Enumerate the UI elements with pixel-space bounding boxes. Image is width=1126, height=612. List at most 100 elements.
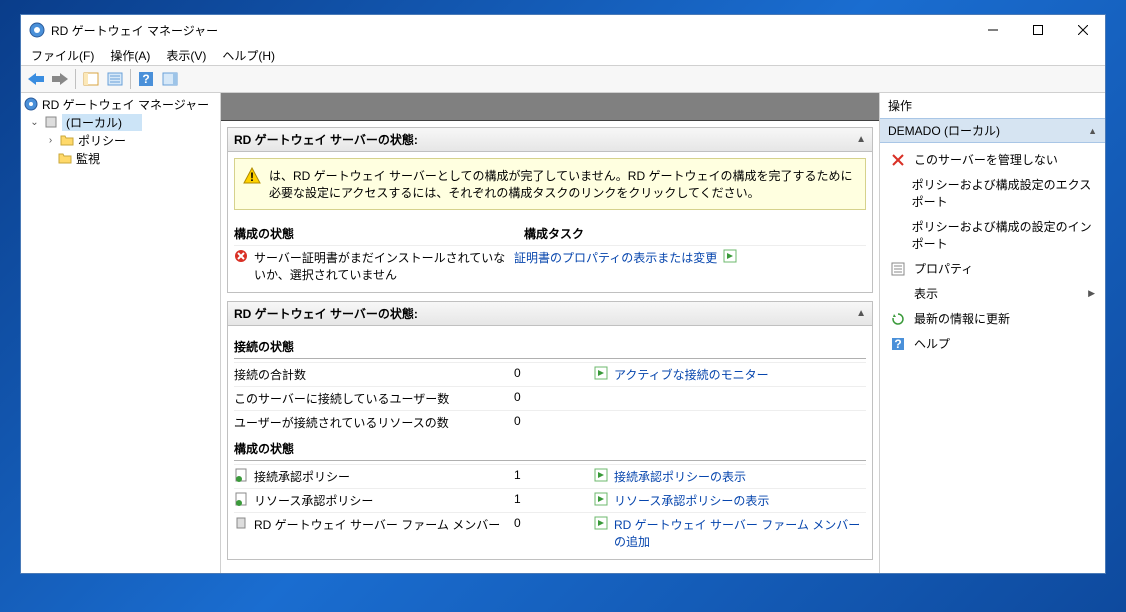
resources-connected-label: ユーザーが接続されているリソースの数 [234,414,449,431]
action-export[interactable]: ポリシーおよび構成設定のエクスポート [880,172,1105,214]
menubar: ファイル(F) 操作(A) 表示(V) ヘルプ(H) [21,45,1105,65]
action-import[interactable]: ポリシーおよび構成の設定のインポート [880,214,1105,256]
cert-task-link[interactable]: 証明書のプロパティの表示または変更 [514,249,717,266]
close-icon [890,152,906,168]
tree-root[interactable]: RD ゲートウェイ マネージャー [23,95,218,113]
actions-title: 操作 [880,93,1105,118]
expand-icon[interactable]: ⌄ [29,117,40,128]
server-farm-icon [234,516,248,533]
separator [75,69,76,89]
policy-icon [234,492,248,509]
panel-header: RD ゲートウェイ サーバーの状態: ▲ [228,128,872,152]
tree-monitor[interactable]: 監視 [23,149,218,167]
tree-policy-label: ポリシー [78,132,126,149]
menu-action[interactable]: 操作(A) [106,45,154,66]
config-status-head: 構成の状態 [234,434,866,461]
actions-pane: 操作 DEMADO (ローカル) ▲ このサーバーを管理しない ポリシーおよび構… [879,93,1105,573]
cap-label: 接続承認ポリシー [254,468,350,485]
status-panel-2: RD ゲートウェイ サーバーの状態: ▲ 接続の状態 接続の合計数 0 アクティ… [227,301,873,560]
svg-text:!: ! [250,170,254,184]
help-icon: ? [890,336,906,352]
body: RD ゲートウェイ マネージャー ⌄ (ローカル) › ポリシー 監視 [21,93,1105,573]
menu-file[interactable]: ファイル(F) [27,45,98,66]
rap-link[interactable]: リソース承認ポリシーの表示 [614,492,769,509]
properties-icon [890,261,906,277]
rap-label: リソース承認ポリシー [254,492,373,509]
cap-link[interactable]: 接続承認ポリシーの表示 [614,468,746,485]
server-icon [43,114,59,130]
menu-help[interactable]: ヘルプ(H) [218,45,279,66]
actions-header-label: DEMADO (ローカル) [888,122,1000,139]
svg-text:?: ? [894,337,901,351]
error-icon [234,249,248,266]
farm-label: RD ゲートウェイ サーバー ファーム メンバー [254,516,500,533]
tree-local[interactable]: ⌄ (ローカル) [23,113,218,131]
action-view[interactable]: 表示 ▶ [880,281,1105,306]
action-properties[interactable]: プロパティ [880,256,1105,281]
tree-root-label: RD ゲートウェイ マネージャー [42,96,209,113]
policy-icon [234,468,248,485]
column-task: 構成タスク [524,222,814,245]
titlebar: RD ゲートウェイ マネージャー [21,15,1105,45]
status-panel-1: RD ゲートウェイ サーバーの状態: ▲ ! は、RD ゲートウェイ サーバーと… [227,127,873,293]
warning-icon: ! [243,167,261,188]
action-label: 表示 [914,285,1080,302]
expand-icon[interactable]: › [45,135,56,146]
close-button[interactable] [1060,15,1105,45]
rap-value: 1 [514,492,521,506]
tree-pane: RD ゲートウェイ マネージャー ⌄ (ローカル) › ポリシー 監視 [21,93,221,573]
maximize-button[interactable] [1015,15,1060,45]
chevron-right-icon: ▶ [1088,288,1095,299]
forward-button[interactable] [49,68,71,90]
actions-header[interactable]: DEMADO (ローカル) ▲ [880,118,1105,143]
column-status: 構成の状態 [234,222,524,245]
action-label: ポリシーおよび構成の設定のインポート [912,218,1095,252]
folder-icon [59,132,75,148]
action-label: ヘルプ [914,335,950,352]
help-button[interactable]: ? [135,68,157,90]
collapse-icon[interactable]: ▲ [856,308,866,319]
folder-icon [57,150,73,166]
users-connected-value: 0 [514,390,521,404]
svg-text:?: ? [142,72,149,86]
farm-value: 0 [514,516,521,530]
toolbar: ? [21,65,1105,93]
panel-header: RD ゲートウェイ サーバーの状態: ▲ [228,302,872,326]
go-icon [594,366,608,383]
total-connections-label: 接続の合計数 [234,366,306,383]
action-refresh[interactable]: 最新の情報に更新 [880,306,1105,331]
tree-policy[interactable]: › ポリシー [23,131,218,149]
back-button[interactable] [25,68,47,90]
action-pane-button[interactable] [159,68,181,90]
warning-box: ! は、RD ゲートウェイ サーバーとしての構成が完了していません。RD ゲート… [234,158,866,210]
show-hide-tree-button[interactable] [80,68,102,90]
properties-button[interactable] [104,68,126,90]
cert-status-text: サーバー証明書がまだインストールされていないか、選択されていません [254,249,514,283]
menu-view[interactable]: 表示(V) [162,45,210,66]
resources-connected-value: 0 [514,414,521,428]
go-icon [594,468,608,485]
farm-link[interactable]: RD ゲートウェイ サーバー ファーム メンバーの追加 [614,516,866,550]
collapse-icon[interactable]: ▲ [1088,126,1097,136]
go-icon [594,516,608,533]
center-header [221,93,879,121]
minimize-button[interactable] [970,15,1015,45]
panel-title: RD ゲートウェイ サーバーの状態: [234,305,418,322]
go-icon [723,249,737,266]
action-no-manage[interactable]: このサーバーを管理しない [880,147,1105,172]
separator [130,69,131,89]
app-window: RD ゲートウェイ マネージャー ファイル(F) 操作(A) 表示(V) ヘルプ… [20,14,1106,574]
collapse-icon[interactable]: ▲ [856,134,866,145]
action-help[interactable]: ? ヘルプ [880,331,1105,356]
center-pane: RD ゲートウェイ サーバーの状態: ▲ ! は、RD ゲートウェイ サーバーと… [221,93,879,573]
panel-title: RD ゲートウェイ サーバーの状態: [234,131,418,148]
app-icon [29,22,45,38]
connection-status-head: 接続の状態 [234,332,866,359]
rdgateway-icon [23,96,39,112]
action-label: プロパティ [914,260,973,277]
action-label: ポリシーおよび構成設定のエクスポート [912,176,1095,210]
total-connections-value: 0 [514,366,521,380]
action-label: 最新の情報に更新 [914,310,1010,327]
tree-monitor-label: 監視 [76,150,100,167]
monitor-connections-link[interactable]: アクティブな接続のモニター [614,366,769,383]
